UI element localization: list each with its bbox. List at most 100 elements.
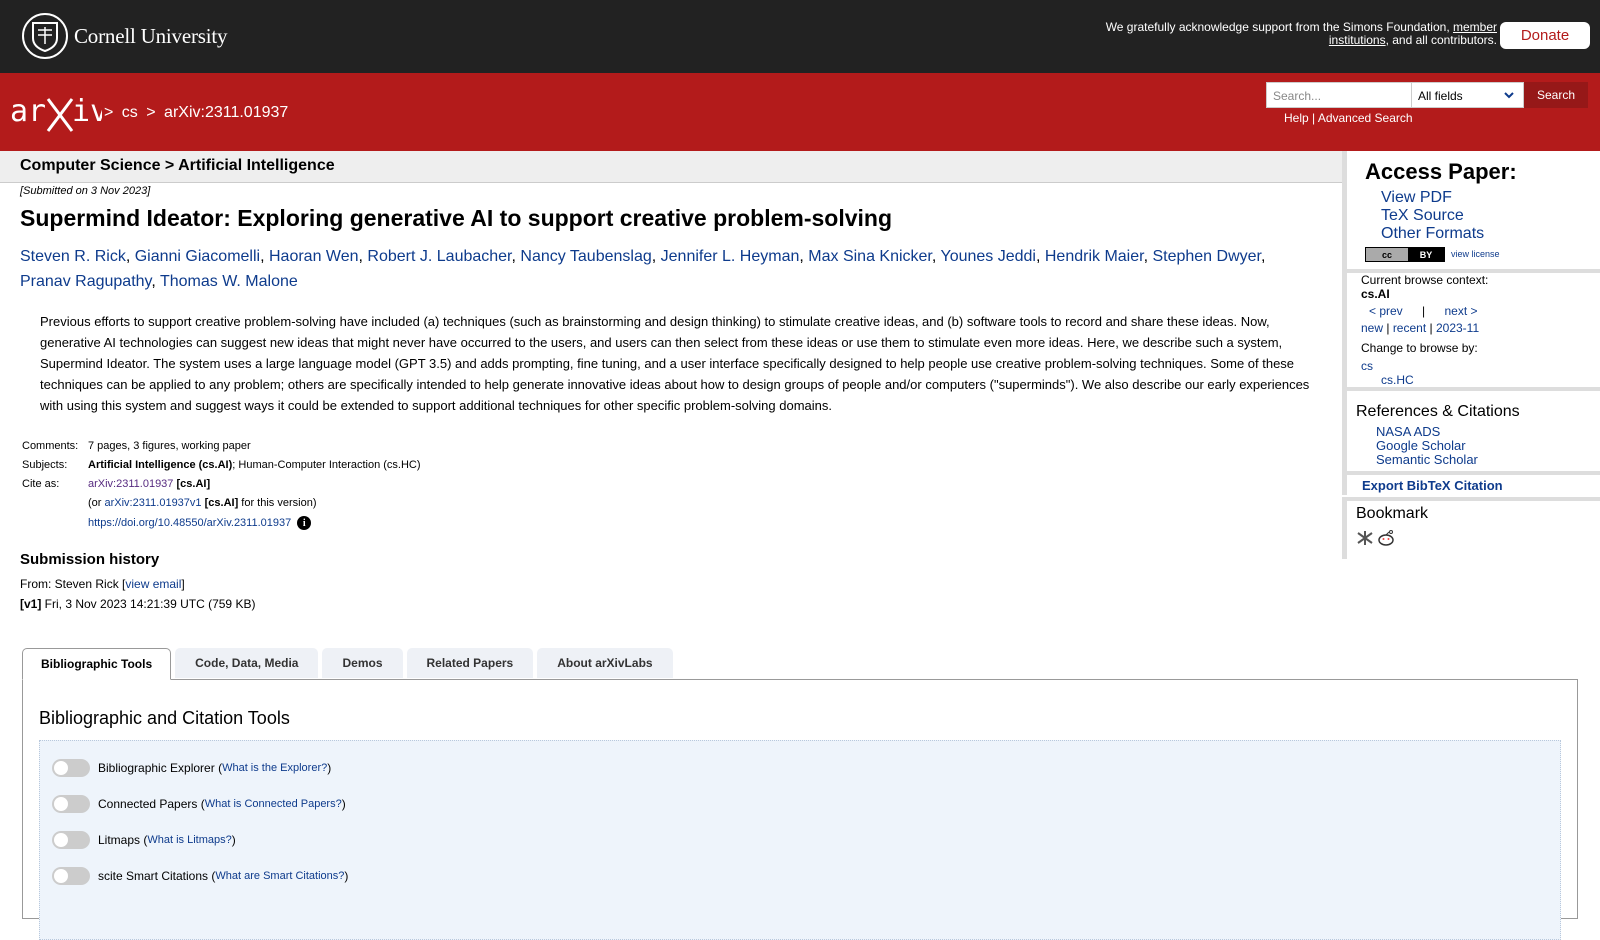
breadcrumb-sep: > bbox=[146, 104, 156, 121]
semantic-scholar-link[interactable]: Semantic Scholar bbox=[1376, 453, 1478, 467]
bibsonomy-icon[interactable] bbox=[1356, 529, 1374, 550]
scite-toggle[interactable] bbox=[52, 867, 90, 885]
tools-box: Bibliographic Explorer (What is the Expl… bbox=[39, 740, 1561, 940]
author-link[interactable]: Max Sina Knicker bbox=[808, 248, 932, 265]
tab-demos[interactable]: Demos bbox=[322, 648, 403, 678]
submission-v1: [v1] Fri, 3 Nov 2023 14:21:39 UTC (759 K… bbox=[20, 597, 255, 611]
tab-about-arxivlabs[interactable]: About arXivLabs bbox=[537, 648, 673, 678]
cc-label: cc bbox=[1366, 248, 1408, 261]
google-scholar-link[interactable]: Google Scholar bbox=[1376, 439, 1478, 453]
author-link[interactable]: Thomas W. Malone bbox=[160, 273, 298, 290]
cite-or: (or bbox=[88, 497, 105, 509]
tool-help-link[interactable]: What is Litmaps? bbox=[147, 834, 231, 846]
metadata-table: Comments: 7 pages, 3 figures, working pa… bbox=[22, 440, 421, 537]
author-link[interactable]: Steven R. Rick bbox=[20, 248, 126, 265]
tool-help-link[interactable]: What is Connected Papers? bbox=[205, 798, 342, 810]
view-email-link[interactable]: view email bbox=[125, 577, 181, 591]
author-link[interactable]: Robert J. Laubacher bbox=[367, 248, 511, 265]
submission-history-title: Submission history bbox=[20, 551, 160, 568]
tool-name: Connected Papers bbox=[98, 797, 198, 811]
paper-title: Supermind Ideator: Exploring generative … bbox=[20, 205, 893, 231]
tab-related-papers[interactable]: Related Papers bbox=[406, 648, 534, 678]
author-link[interactable]: Hendrik Maier bbox=[1045, 248, 1144, 265]
advanced-search-link[interactable]: Advanced Search bbox=[1318, 111, 1413, 125]
tab-code-data-media[interactable]: Code, Data, Media bbox=[175, 648, 319, 678]
connected-papers-toggle[interactable] bbox=[52, 795, 90, 813]
cite-id-link[interactable]: arXiv:2311.01937 bbox=[88, 478, 173, 490]
cornell-name: Cornell University bbox=[74, 23, 228, 48]
search-input[interactable]: Search... bbox=[1266, 82, 1412, 108]
tool-help-link[interactable]: What is the Explorer? bbox=[222, 762, 327, 774]
subject-secondary: ; Human-Computer Interaction (cs.HC) bbox=[232, 459, 421, 471]
next-link[interactable]: next > bbox=[1445, 304, 1478, 318]
donate-button[interactable]: Donate bbox=[1500, 22, 1590, 49]
browse-cs-link[interactable]: cs bbox=[1361, 359, 1373, 373]
view-pdf-link[interactable]: View PDF bbox=[1381, 189, 1484, 207]
tool-name: scite Smart Citations bbox=[98, 869, 209, 883]
cornell-seal-icon bbox=[22, 13, 68, 59]
from-prefix: From: Steven Rick [ bbox=[20, 577, 126, 591]
author-link[interactable]: Stephen Dwyer bbox=[1152, 248, 1261, 265]
search-button[interactable]: Search bbox=[1524, 82, 1588, 108]
litmaps-toggle[interactable] bbox=[52, 831, 90, 849]
doi-value: https://doi.org/10.48550/arXiv.2311.0193… bbox=[88, 516, 312, 530]
view-license-link[interactable]: view license bbox=[1451, 249, 1500, 259]
explorer-toggle[interactable] bbox=[52, 759, 90, 777]
bookmark-title: Bookmark bbox=[1356, 505, 1429, 522]
cornell-bar: Cornell University We gratefully acknowl… bbox=[0, 0, 1600, 73]
author-link[interactable]: Nancy Taubenslag bbox=[520, 248, 651, 265]
subjects-row: Subjects: Artificial Intelligence (cs.AI… bbox=[22, 459, 421, 471]
cite-v1-link[interactable]: arXiv:2311.01937v1 bbox=[105, 497, 202, 509]
browse-context: Current browse context: cs.AI < prev | n… bbox=[1361, 273, 1488, 387]
tex-source-link[interactable]: TeX Source bbox=[1381, 207, 1484, 225]
author-link[interactable]: Gianni Giacomelli bbox=[135, 248, 260, 265]
export-bibtex-link[interactable]: Export BibTeX Citation bbox=[1362, 478, 1503, 493]
bookmark-icons bbox=[1356, 529, 1396, 550]
info-icon[interactable]: i bbox=[297, 516, 312, 530]
cc-by-license-icon[interactable]: cc BY bbox=[1365, 247, 1445, 262]
author-link[interactable]: Pranav Ragupathy bbox=[20, 273, 151, 290]
new-link[interactable]: new bbox=[1361, 321, 1383, 335]
browse-cshc-link[interactable]: cs.HC bbox=[1381, 373, 1414, 387]
doi-row: https://doi.org/10.48550/arXiv.2311.0193… bbox=[22, 516, 421, 530]
by-label: BY bbox=[1408, 248, 1444, 261]
abstract: Previous efforts to support creative pro… bbox=[40, 314, 1310, 413]
nasa-ads-link[interactable]: NASA ADS bbox=[1376, 425, 1478, 439]
tool-name: Bibliographic Explorer bbox=[98, 761, 215, 775]
author-link[interactable]: Younes Jeddi bbox=[940, 248, 1036, 265]
cite-label: Cite as: bbox=[22, 478, 60, 490]
author-link[interactable]: Haoran Wen bbox=[269, 248, 359, 265]
search-field-select[interactable]: All fields bbox=[1412, 82, 1524, 108]
month-link[interactable]: 2023-11 bbox=[1436, 321, 1479, 335]
recent-link[interactable]: recent bbox=[1393, 321, 1426, 335]
cornell-logo[interactable]: Cornell University bbox=[22, 13, 227, 59]
comments-label: Comments: bbox=[22, 440, 79, 452]
panel-title: Bibliographic and Citation Tools bbox=[39, 708, 290, 728]
breadcrumb-cs[interactable]: cs bbox=[122, 104, 138, 121]
tab-bibliographic-tools[interactable]: Bibliographic Tools bbox=[22, 648, 172, 680]
browse-context-value: cs.AI bbox=[1361, 287, 1390, 301]
subjects-label: Subjects: bbox=[22, 459, 68, 471]
subjects-value: Artificial Intelligence (cs.AI); Human-C… bbox=[88, 459, 421, 471]
svg-text:iv: iv bbox=[72, 94, 102, 129]
search-links: Help | Advanced Search bbox=[1284, 111, 1413, 125]
labs-tabs: Bibliographic Tools Code, Data, Media De… bbox=[22, 648, 677, 680]
prev-link[interactable]: < prev bbox=[1369, 304, 1403, 318]
links-sep: | bbox=[1312, 111, 1316, 125]
references-title: References & Citations bbox=[1356, 403, 1520, 420]
reddit-icon[interactable] bbox=[1376, 529, 1396, 550]
arxiv-logo-icon: ar iv bbox=[10, 94, 108, 132]
help-link[interactable]: Help bbox=[1284, 111, 1309, 125]
arxiv-logo[interactable]: ar iv bbox=[10, 93, 108, 136]
search-field-value: All fields bbox=[1418, 89, 1463, 103]
author-link[interactable]: Jennifer L. Heyman bbox=[661, 248, 800, 265]
other-formats-link[interactable]: Other Formats bbox=[1381, 225, 1484, 243]
access-links: View PDF TeX Source Other Formats bbox=[1381, 189, 1484, 243]
category-header: Computer Science > Artificial Intelligen… bbox=[0, 151, 1342, 183]
nav-sep: | bbox=[1422, 304, 1426, 318]
doi-link[interactable]: https://doi.org/10.48550/arXiv.2311.0193… bbox=[88, 517, 291, 529]
tool-row: Litmaps (What is Litmaps?) bbox=[52, 831, 236, 849]
tool-help-link[interactable]: What are Smart Citations? bbox=[215, 870, 344, 882]
